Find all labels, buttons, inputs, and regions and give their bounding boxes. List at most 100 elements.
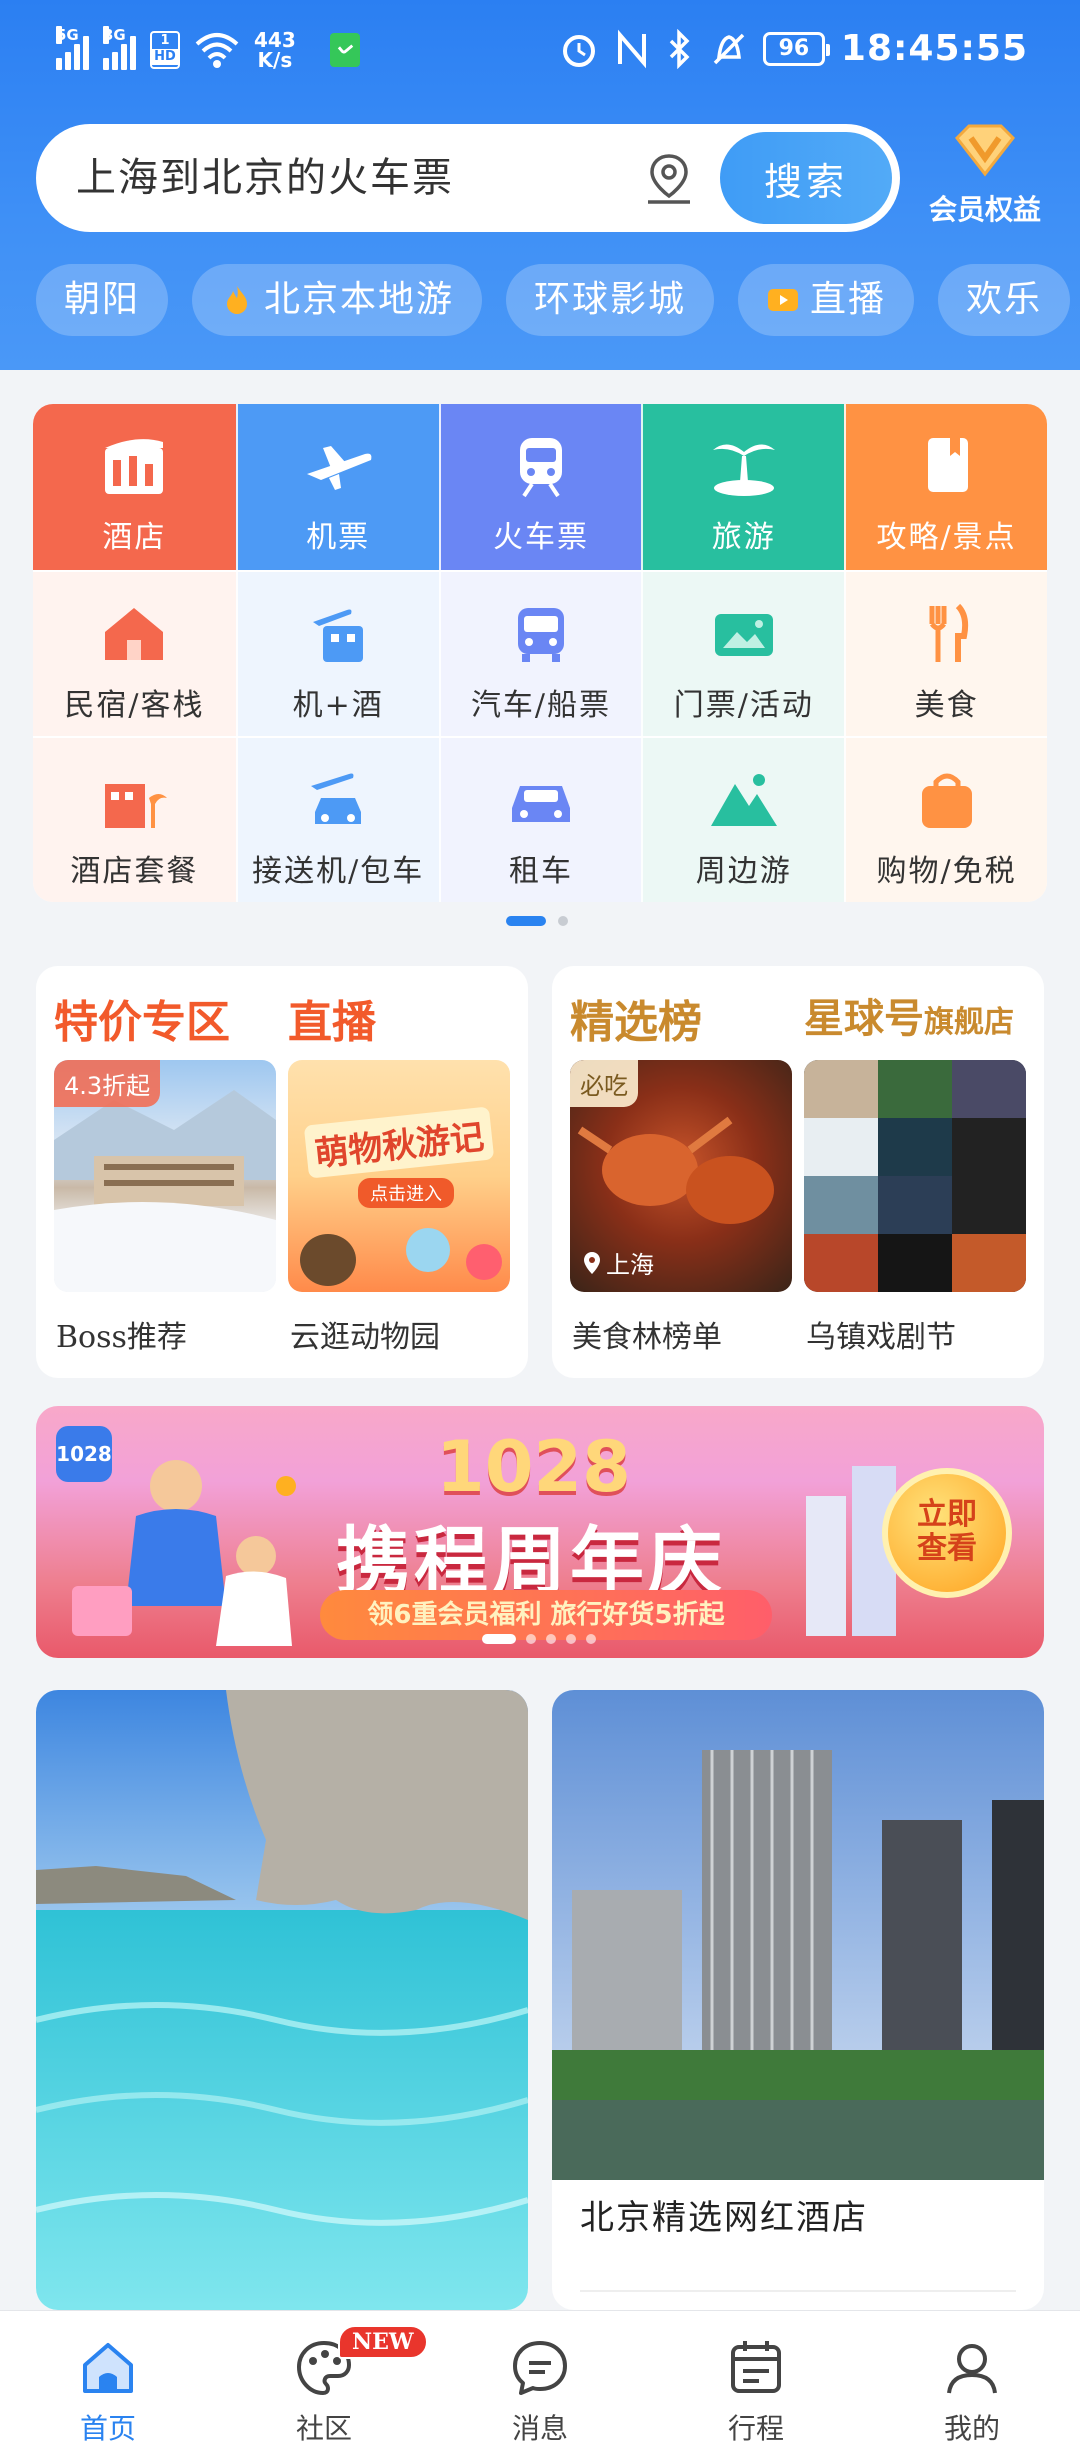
- flame-icon: [227, 286, 248, 314]
- grid-item-flight-hotel[interactable]: 机+酒: [235, 572, 439, 736]
- tab-itinerary[interactable]: 行程: [648, 2311, 864, 2460]
- grid-label: 租车: [508, 854, 573, 889]
- chat-bubble-icon: [513, 2341, 567, 2395]
- planet-title-sub: 旗舰店: [924, 1005, 1014, 1040]
- grid-item-nearby[interactable]: 周边游: [641, 738, 845, 902]
- sea-cliff-image: [36, 1690, 528, 2310]
- new-badge: NEW: [338, 2325, 428, 2359]
- zoo-caption[interactable]: 云逛动物园: [290, 1312, 440, 1356]
- boss-recommend-caption[interactable]: Boss推荐: [56, 1312, 187, 1356]
- grid-item-train[interactable]: 火车票: [438, 404, 642, 570]
- home-icon: [83, 2343, 133, 2393]
- location-text: 上海: [606, 1251, 654, 1279]
- grid-item-homestay[interactable]: 民宿/客栈: [33, 572, 236, 736]
- feed-card-beijing-hotels[interactable]: 北京精选网红酒店: [552, 1690, 1044, 2310]
- grid-item-flight[interactable]: 机票: [235, 404, 439, 570]
- signal-icon-sim1: 5G: [56, 26, 89, 70]
- zoo-enter-button: 点击进入: [358, 1178, 454, 1208]
- shopping-bag-icon: [921, 773, 972, 828]
- tab-label: 我的: [943, 2412, 1000, 2445]
- grid-item-car-rental[interactable]: 租车: [438, 738, 642, 902]
- tab-label: 首页: [79, 2412, 136, 2445]
- zoo-live-image[interactable]: 萌物秋游记 点击进入: [288, 1060, 510, 1292]
- divider: [580, 2290, 1016, 2292]
- grid-item-hotel[interactable]: 酒店: [33, 404, 236, 570]
- search-input[interactable]: 上海到北京的火车票: [76, 124, 454, 232]
- rankings-title[interactable]: 精选榜: [570, 986, 702, 1050]
- member-benefits-label: 会员权益: [928, 193, 1041, 226]
- feed-card-sea[interactable]: [36, 1690, 528, 2310]
- discount-tag: 4.3折起: [54, 1060, 161, 1107]
- banner-page-indicator: [482, 1634, 596, 1644]
- chip-live[interactable]: 直播: [738, 264, 915, 336]
- tab-community[interactable]: 社区 NEW: [216, 2311, 432, 2460]
- grid-label: 周边游: [695, 854, 792, 889]
- grid-item-bus-ship[interactable]: 汽车/船票: [438, 572, 642, 736]
- guidebook-icon: [927, 438, 968, 492]
- live-title[interactable]: 直播: [288, 986, 376, 1050]
- grid-item-shopping[interactable]: 购物/免税: [844, 738, 1047, 902]
- video-icon: [768, 289, 799, 311]
- view-now-button[interactable]: 立即 查看: [882, 1468, 1012, 1598]
- planet-title-main: 星球号: [804, 996, 924, 1042]
- car-icon: [511, 786, 570, 822]
- grid-label: 机+酒: [292, 688, 384, 723]
- grid-label: 机票: [306, 520, 371, 555]
- bus-icon: [517, 608, 564, 662]
- grid-item-guide[interactable]: 攻略/景点: [844, 404, 1047, 570]
- user-icon: [947, 2344, 997, 2394]
- chip-beijing-local[interactable]: 北京本地游: [192, 264, 483, 336]
- people-illustration: [72, 1460, 296, 1646]
- grid-page-indicator: [506, 916, 568, 926]
- house-icon: [105, 608, 164, 660]
- deals-title[interactable]: 特价专区: [54, 986, 230, 1050]
- grid-label: 汽车/船票: [470, 688, 612, 723]
- must-eat-tag: 必吃: [570, 1060, 638, 1107]
- chip-universal-studios[interactable]: 环球影城: [506, 264, 715, 336]
- location-pin-icon[interactable]: [640, 150, 698, 208]
- wifi-icon: [195, 33, 239, 68]
- mountain-icon: [710, 774, 777, 826]
- ticket-icon: [714, 614, 773, 656]
- fork-knife-icon: [929, 603, 968, 662]
- view-now-line1: 立即: [917, 1497, 977, 1532]
- theater-festival-caption[interactable]: 乌镇戏剧节: [806, 1312, 956, 1356]
- grid-label: 旅游: [711, 520, 776, 555]
- quick-chips: 朝阳 北京本地游 环球影城 直播 欢乐: [36, 264, 1071, 336]
- grid-item-hotel-package[interactable]: 酒店套餐: [33, 738, 236, 902]
- theater-festival-image[interactable]: [804, 1060, 1026, 1292]
- grid-item-food[interactable]: 美食: [844, 572, 1047, 736]
- anniversary-banner[interactable]: 1028 1028 携程周年庆 领6重会员福利 旅行好货5折起 立即 查看: [36, 1406, 1044, 1658]
- location-label: 上海: [582, 1245, 654, 1280]
- search-button[interactable]: 搜索: [720, 132, 892, 224]
- zoo-live-title: 萌物秋游记: [303, 1106, 495, 1179]
- grid-item-travel[interactable]: 旅游: [641, 404, 845, 570]
- tab-me[interactable]: 我的: [864, 2311, 1080, 2460]
- chip-chaoyang[interactable]: 朝阳: [36, 264, 169, 336]
- clock: 18:45:55: [840, 28, 1028, 69]
- crab-food-image[interactable]: 必吃 上海: [570, 1060, 792, 1292]
- chip-happy[interactable]: 欢乐: [938, 264, 1071, 336]
- grid-label: 酒店套餐: [70, 854, 199, 889]
- grid-label: 酒店: [102, 520, 167, 555]
- mute-icon: [713, 33, 745, 64]
- snow-resort-image[interactable]: 4.3折起: [54, 1060, 276, 1292]
- grid-item-airport-transfer[interactable]: 接送机/包车: [235, 738, 439, 902]
- grid-label: 攻略/景点: [876, 520, 1017, 555]
- header: 5G 3G 1 HD 443 K/s 96 18:45:55 上海到北京的火车票…: [0, 0, 1080, 370]
- planet-title[interactable]: 星球号旗舰店: [804, 986, 1014, 1044]
- food-ranking-caption[interactable]: 美食林榜单: [572, 1312, 722, 1356]
- feed-caption-beijing-hotels: 北京精选网红酒店: [580, 2198, 868, 2238]
- banner-subtitle: 领6重会员福利 旅行好货5折起: [320, 1590, 772, 1640]
- diamond-v-icon: [955, 124, 1015, 177]
- tab-messages[interactable]: 消息: [432, 2311, 648, 2460]
- calendar-icon: [731, 2341, 781, 2393]
- grid-item-tickets[interactable]: 门票/活动: [641, 572, 845, 736]
- hotel-package-icon: [105, 784, 168, 828]
- tab-home[interactable]: 首页: [0, 2311, 216, 2460]
- theater-collage: [804, 1060, 1026, 1292]
- palm-tree-icon: [712, 444, 775, 496]
- search-box[interactable]: 上海到北京的火车票 搜索: [36, 124, 900, 232]
- member-benefits-button[interactable]: 会员权益: [920, 124, 1050, 228]
- grid-label: 接送机/包车: [252, 854, 425, 889]
